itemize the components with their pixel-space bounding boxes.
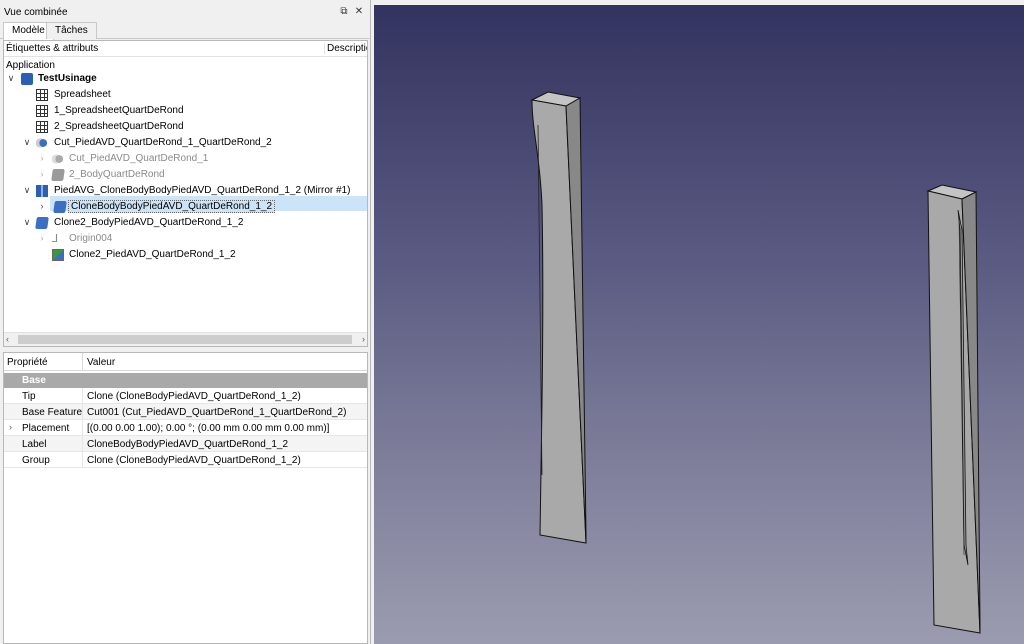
property-name: Group xyxy=(22,455,50,466)
tree-item-label: Clone2_PiedAVD_QuartDeRond_1_2 xyxy=(69,249,236,260)
property-name: Base Feature xyxy=(22,407,83,418)
tree-item-label: 2_SpreadsheetQuartDeRond xyxy=(54,121,184,132)
tree-header: Étiquettes & attributs Description xyxy=(4,41,367,57)
spreadsheet-icon xyxy=(36,105,48,117)
body-icon xyxy=(51,169,65,181)
tree-item-label: Spreadsheet xyxy=(54,89,111,100)
combo-view-titlebar: Vue combinée ⧉ ✕ xyxy=(0,5,371,21)
body-icon xyxy=(53,201,67,213)
close-icon[interactable]: ✕ xyxy=(353,6,365,18)
property-value[interactable]: Cut001 (Cut_PiedAVD_QuartDeRond_1_QuartD… xyxy=(82,404,346,420)
cut-icon xyxy=(36,137,48,149)
scrollbar-thumb[interactable] xyxy=(18,335,352,344)
property-column-header[interactable]: Propriété xyxy=(7,357,48,368)
body-icon xyxy=(35,217,49,229)
leg-part-left[interactable] xyxy=(530,91,587,544)
chevron-right-icon[interactable]: › xyxy=(37,201,47,211)
scroll-right-icon[interactable]: › xyxy=(362,334,365,344)
mirror-icon xyxy=(36,185,48,197)
tab-tasks[interactable]: Tâches xyxy=(46,22,97,39)
property-row[interactable]: Group Clone (CloneBodyPiedAVD_QuartDeRon… xyxy=(4,452,367,468)
value-column-header[interactable]: Valeur xyxy=(82,353,115,371)
chevron-down-icon[interactable]: ∨ xyxy=(6,73,16,84)
chevron-right-icon[interactable]: › xyxy=(9,422,12,432)
property-value[interactable]: Clone (CloneBodyPiedAVD_QuartDeRond_1_2) xyxy=(82,452,301,468)
property-row[interactable]: Label CloneBodyBodyPiedAVD_QuartDeRond_1… xyxy=(4,436,367,452)
spreadsheet-icon xyxy=(36,89,48,101)
tree-item-label: PiedAVG_CloneBodyBodyPiedAVD_QuartDeRond… xyxy=(54,185,351,196)
tree-item-label: Cut_PiedAVD_QuartDeRond_1_QuartDeRond_2 xyxy=(54,137,272,148)
3d-scene[interactable] xyxy=(374,5,1024,644)
tree-item-label: 2_BodyQuartDeRond xyxy=(69,169,165,180)
property-name: Tip xyxy=(22,391,36,402)
property-row[interactable]: Tip Clone (CloneBodyPiedAVD_QuartDeRond_… xyxy=(4,388,367,404)
property-value[interactable]: Clone (CloneBodyPiedAVD_QuartDeRond_1_2) xyxy=(82,388,301,404)
tree-horizontal-scrollbar[interactable]: ‹ › xyxy=(4,332,367,346)
property-row[interactable]: › Placement [(0.00 0.00 1.00); 0.00 °; (… xyxy=(4,420,367,436)
tree-item-label: Origin004 xyxy=(69,233,113,244)
chevron-right-icon[interactable]: › xyxy=(37,233,47,243)
property-name: Placement xyxy=(22,423,70,434)
scroll-left-icon[interactable]: ‹ xyxy=(6,334,9,344)
property-view: Propriété Valeur Base Tip Clone (CloneBo… xyxy=(3,352,368,644)
property-header: Propriété Valeur xyxy=(4,353,367,371)
float-icon[interactable]: ⧉ xyxy=(338,6,350,18)
chevron-down-icon[interactable]: ∨ xyxy=(22,185,32,196)
property-name: Label xyxy=(22,439,47,450)
combo-view-title: Vue combinée xyxy=(4,7,68,18)
property-value[interactable]: CloneBodyBodyPiedAVD_QuartDeRond_1_2 xyxy=(82,436,288,452)
tree-item-label: Cut_PiedAVD_QuartDeRond_1 xyxy=(69,153,209,164)
chevron-down-icon[interactable]: ∨ xyxy=(22,217,32,228)
combo-view-panel: Vue combinée ⧉ ✕ Modèle Tâches Étiquette… xyxy=(0,0,371,644)
tree-header-description[interactable]: Description xyxy=(324,43,367,54)
origin-icon: ⅃ xyxy=(52,233,59,245)
property-row[interactable]: Base Feature Cut001 (Cut_PiedAVD_QuartDe… xyxy=(4,404,367,420)
tree-application-label: Application xyxy=(6,60,55,71)
tree-item-label: TestUsinage xyxy=(38,73,97,84)
combo-tabs: Modèle Tâches xyxy=(0,22,371,40)
property-group-label: Base xyxy=(22,375,46,386)
3d-viewport[interactable] xyxy=(374,5,1024,644)
tree-item-label: 1_SpreadsheetQuartDeRond xyxy=(54,105,184,116)
model-tree[interactable]: Étiquettes & attributs Description Appli… xyxy=(3,40,368,347)
leg-part-right[interactable] xyxy=(926,184,981,634)
document-icon xyxy=(21,73,33,85)
chevron-right-icon[interactable]: › xyxy=(37,153,47,163)
spreadsheet-icon xyxy=(36,121,48,133)
clone-icon xyxy=(52,249,64,261)
tree-item-label: Clone2_BodyPiedAVD_QuartDeRond_1_2 xyxy=(54,217,244,228)
chevron-right-icon[interactable]: › xyxy=(37,169,47,179)
property-group-base[interactable]: Base xyxy=(4,373,367,388)
property-value[interactable]: [(0.00 0.00 1.00); 0.00 °; (0.00 mm 0.00… xyxy=(82,420,329,436)
chevron-down-icon[interactable]: ∨ xyxy=(22,137,32,148)
cut-icon xyxy=(52,153,64,165)
tree-item-label: CloneBodyBodyPiedAVD_QuartDeRond_1_2 xyxy=(68,200,276,213)
tree-header-labels[interactable]: Étiquettes & attributs xyxy=(6,43,98,54)
